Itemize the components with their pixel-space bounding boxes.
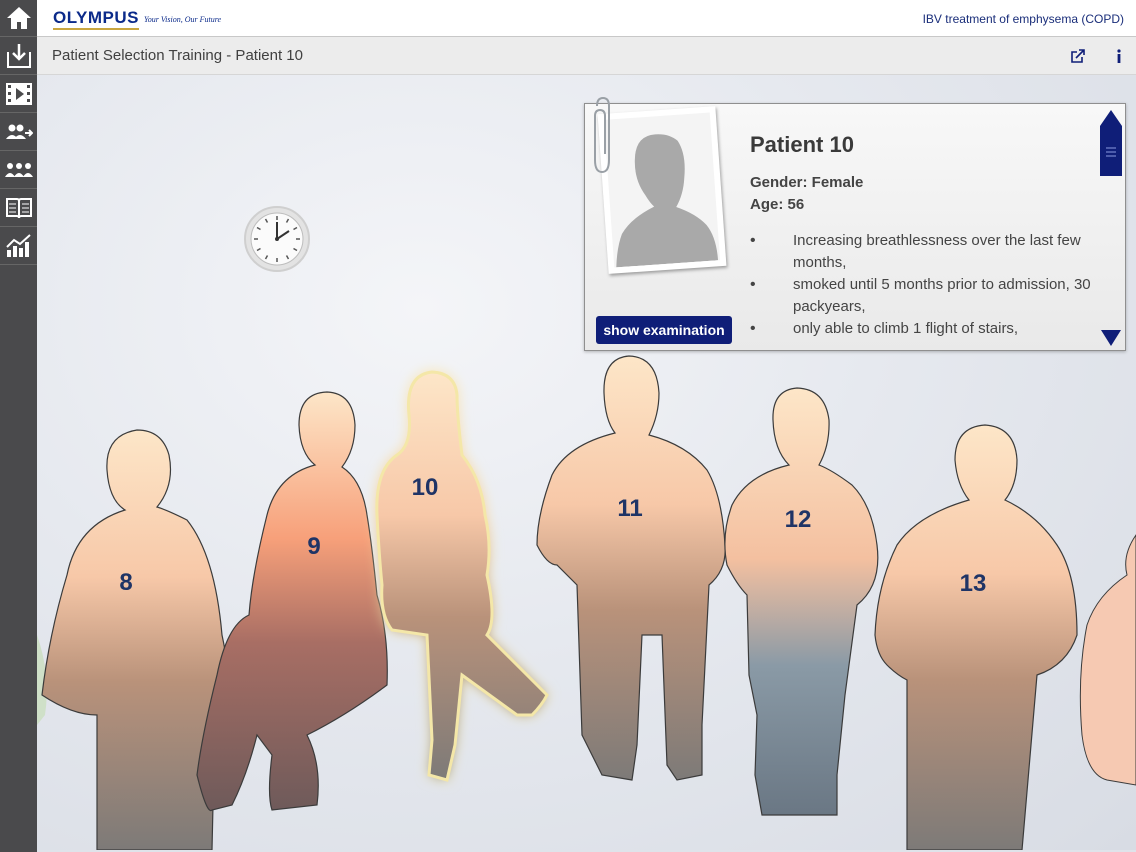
sidebar-download-button[interactable]: [0, 38, 37, 75]
symptom-item: smoked until 5 months prior to admission…: [750, 274, 1095, 318]
patient-13-figure[interactable]: [874, 424, 1078, 850]
symptom-item: only able to climb 1 flight of stairs,: [750, 318, 1095, 340]
scroll-down-icon[interactable]: [1101, 330, 1121, 346]
logo-wordmark: OLYMPUS: [53, 8, 140, 30]
symptom-list: Increasing breathlessness over the last …: [750, 230, 1095, 340]
patient-info-card: Patient 10 Gender: Female Age: 56 Increa…: [584, 96, 1126, 351]
sidebar-patient-transfer-button[interactable]: [0, 114, 37, 151]
download-icon: [6, 44, 31, 68]
chart-icon: [5, 234, 31, 257]
patient-number-11[interactable]: 11: [600, 495, 660, 523]
external-link-button[interactable]: [1069, 47, 1087, 65]
waiting-room-scene: 8 9 10 11 12 13 Patient 10 Gender: Femal…: [37, 75, 1136, 850]
patient-group-icon: [4, 163, 33, 177]
patient-age: Age: 56: [750, 196, 805, 213]
book-icon: [5, 198, 32, 219]
patient-photo: [597, 106, 727, 274]
info-icon: [1117, 49, 1121, 63]
patient-number-8[interactable]: 8: [96, 569, 156, 597]
info-button[interactable]: [1110, 47, 1128, 65]
sidebar-chart-button[interactable]: [0, 228, 37, 265]
scroll-up-button[interactable]: [1100, 110, 1122, 176]
patient-12-figure[interactable]: [724, 387, 879, 816]
top-header: OLYMPUS Your Vision, Our Future IBV trea…: [37, 0, 1136, 37]
sidebar-home-button[interactable]: [0, 0, 37, 37]
symptom-item: Increasing breathlessness over the last …: [750, 230, 1095, 274]
sidebar-patient-group-button[interactable]: [0, 152, 37, 189]
patient-11-figure[interactable]: [536, 355, 726, 781]
logo-tagline: Your Vision, Our Future: [144, 15, 222, 24]
wall-clock-icon: [244, 206, 310, 272]
sidebar-video-button[interactable]: [0, 76, 37, 113]
person-silhouette-icon: [616, 134, 719, 268]
patient-number-9[interactable]: 9: [284, 533, 344, 561]
left-sidebar: [0, 0, 37, 852]
patient-name: Patient 10: [750, 132, 854, 157]
show-examination-button[interactable]: show examination: [596, 316, 732, 344]
patient-number-13[interactable]: 13: [943, 570, 1003, 598]
patient-partial-right: [1079, 534, 1136, 786]
page-header: Patient Selection Training - Patient 10: [37, 37, 1136, 75]
app-title: IBV treatment of emphysema (COPD): [922, 12, 1124, 26]
patient-number-12[interactable]: 12: [768, 506, 828, 534]
page-title: Patient Selection Training - Patient 10: [52, 47, 303, 64]
olympus-logo: OLYMPUS Your Vision, Our Future: [53, 8, 222, 30]
patient-gender: Gender: Female: [750, 174, 864, 191]
external-link-icon: [1071, 49, 1085, 63]
patient-10-figure[interactable]: [375, 370, 549, 782]
video-icon: [5, 83, 32, 105]
sidebar-book-button[interactable]: [0, 190, 37, 227]
patient-9-figure[interactable]: [196, 391, 388, 812]
patient-transfer-icon: [5, 124, 33, 139]
patient-number-10[interactable]: 10: [395, 474, 455, 502]
paper-clip-icon: [594, 96, 610, 174]
home-icon: [6, 7, 31, 29]
